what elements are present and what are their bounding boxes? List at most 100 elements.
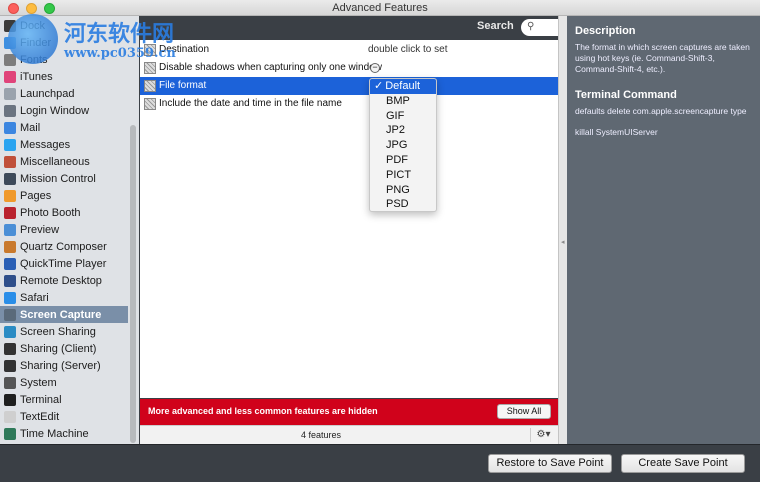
itunes-icon (4, 70, 16, 83)
feature-icon (144, 44, 156, 56)
sidebar-item[interactable]: Remote Desktop (0, 272, 128, 289)
sidebar-item-label: Fonts (20, 53, 48, 66)
feature-row[interactable]: Include the date and time in the file na… (140, 95, 558, 113)
dropdown-option-label: Default (385, 80, 421, 92)
feature-count: 4 features (300, 430, 342, 440)
sidebar-item-label: Photo Booth (20, 206, 81, 219)
feature-icon (144, 98, 156, 110)
sidebar-item[interactable]: Sharing (Client) (0, 340, 128, 357)
sidebar-item[interactable]: iTunes (0, 68, 128, 85)
sidebar-item[interactable]: Launchpad (0, 85, 128, 102)
sidebar: Dock Finder Fonts iTunes Launchpad Login Wind… (0, 16, 139, 444)
feature-row[interactable]: Disable shadows when capturing only one … (140, 59, 558, 77)
feature-row[interactable]: File format (140, 77, 558, 95)
dock-icon (4, 19, 16, 32)
feature-icon (144, 80, 156, 92)
zoom-window-button[interactable] (44, 3, 55, 14)
description-panel: Description The format in which screen c… (567, 16, 760, 444)
sidebar-item[interactable]: Miscellaneous (0, 153, 128, 170)
sidebar-item[interactable]: Safari (0, 289, 128, 306)
dropdown-option-label: JP2 (386, 124, 405, 137)
mission-control-icon (4, 172, 16, 185)
time-machine-icon (4, 427, 16, 440)
feature-toggle[interactable]: − (370, 63, 380, 73)
sidebar-item-label: System (20, 376, 57, 389)
dropdown-option-label: BMP (386, 94, 410, 107)
minimize-window-button[interactable] (26, 3, 37, 14)
dropdown-option[interactable]: PSD (370, 197, 436, 211)
sidebar-item[interactable]: Time Machine (0, 425, 128, 442)
sidebar-item[interactable]: Login Window (0, 102, 128, 119)
pages-icon (4, 189, 16, 202)
gear-icon[interactable]: ⚙▾ (530, 428, 556, 442)
feature-label: Disable shadows when capturing only one … (159, 62, 382, 73)
dropdown-option[interactable]: PNG (370, 183, 436, 198)
show-all-button[interactable]: Show All (497, 404, 551, 419)
description-text: The format in which screen captures are … (575, 42, 750, 74)
terminal-command-title: Terminal Command (575, 89, 677, 101)
feature-value[interactable]: double click to set (368, 41, 448, 59)
fonts-icon (4, 53, 16, 66)
sidebar-item[interactable]: Preview (0, 221, 128, 238)
sidebar-item[interactable]: Mail (0, 119, 128, 136)
sidebar-item[interactable]: TextEdit (0, 408, 128, 425)
sidebar-item[interactable]: Finder (0, 34, 128, 51)
sidebar-item[interactable]: Screen Capture (0, 306, 128, 323)
search-icon: ⚲ (527, 21, 535, 32)
sidebar-item[interactable]: Sharing (Server) (0, 357, 128, 374)
close-window-button[interactable] (8, 3, 19, 14)
dropdown-option[interactable]: PDF (370, 153, 436, 168)
sidebar-item-label: Screen Capture (20, 308, 102, 321)
dropdown-option-label: PNG (386, 183, 410, 196)
toolbar: Search ⚲ (139, 16, 693, 40)
dropdown-option[interactable]: PICT (370, 168, 436, 183)
screen-capture-icon (4, 308, 16, 321)
textedit-icon (4, 410, 16, 423)
divider-grip-icon: ◂ (561, 239, 565, 246)
sidebar-item-label: iTunes (20, 70, 53, 83)
feature-label: Include the date and time in the file na… (159, 98, 342, 109)
dropdown-option[interactable]: GIF (370, 109, 436, 124)
sidebar-item[interactable]: Messages (0, 136, 128, 153)
sidebar-item-label: Quartz Composer (20, 240, 107, 253)
sidebar-item[interactable]: Fonts (0, 51, 128, 68)
terminal-command-text-2: killall SystemUIServer (575, 127, 658, 137)
sidebar-item[interactable]: QuickTime Player (0, 255, 128, 272)
dropdown-option[interactable]: JP2 (370, 123, 436, 138)
sidebar-item[interactable]: Mission Control (0, 170, 128, 187)
dropdown-option[interactable]: JPG (370, 138, 436, 153)
file-format-dropdown[interactable]: ✓ Default BMP GIF JP2 JPG PDF PICT PNG PSD (369, 78, 437, 212)
bottom-bar: Restore to Save Point Create Save Point (0, 444, 760, 482)
sidebar-item-label: Remote Desktop (20, 274, 102, 287)
hidden-features-bar: More advanced and less common features a… (140, 399, 558, 425)
sidebar-item-label: Preview (20, 223, 60, 236)
dropdown-option-label: PSD (386, 198, 409, 211)
quartz-composer-icon (4, 240, 16, 253)
feature-icon (144, 62, 156, 74)
dropdown-option[interactable]: BMP (370, 94, 436, 109)
sidebar-item[interactable]: System (0, 374, 128, 391)
sidebar-item-label: Sharing (Client) (20, 342, 97, 355)
sidebar-item-label: TextEdit (20, 410, 60, 423)
dropdown-option[interactable]: ✓ Default (370, 79, 436, 94)
restore-save-point-button[interactable]: Restore to Save Point (488, 454, 612, 473)
sidebar-item-label: Login Window (20, 104, 90, 117)
sidebar-item-label: Mail (20, 121, 41, 134)
sidebar-item[interactable]: Screen Sharing (0, 323, 128, 340)
sidebar-item[interactable]: Terminal (0, 391, 128, 408)
list-footer: 4 features ⚙▾ (140, 425, 558, 444)
terminal-icon (4, 393, 16, 406)
checkmark-icon: ✓ (374, 80, 384, 92)
pane-divider[interactable]: ◂ (558, 16, 567, 444)
sidebar-item-label: Pages (20, 189, 52, 202)
description-title: Description (575, 25, 636, 37)
sidebar-item-label: Messages (20, 138, 71, 151)
sidebar-item[interactable]: Dock (0, 17, 128, 34)
create-save-point-button[interactable]: Create Save Point (621, 454, 745, 473)
sidebar-item[interactable]: Quartz Composer (0, 238, 128, 255)
sidebar-item[interactable]: Photo Booth (0, 204, 128, 221)
feature-row[interactable]: Destination double click to set (140, 41, 558, 59)
sidebar-item[interactable]: Pages (0, 187, 128, 204)
sidebar-item-label: Launchpad (20, 87, 75, 100)
sidebar-scrollbar[interactable] (130, 125, 136, 443)
